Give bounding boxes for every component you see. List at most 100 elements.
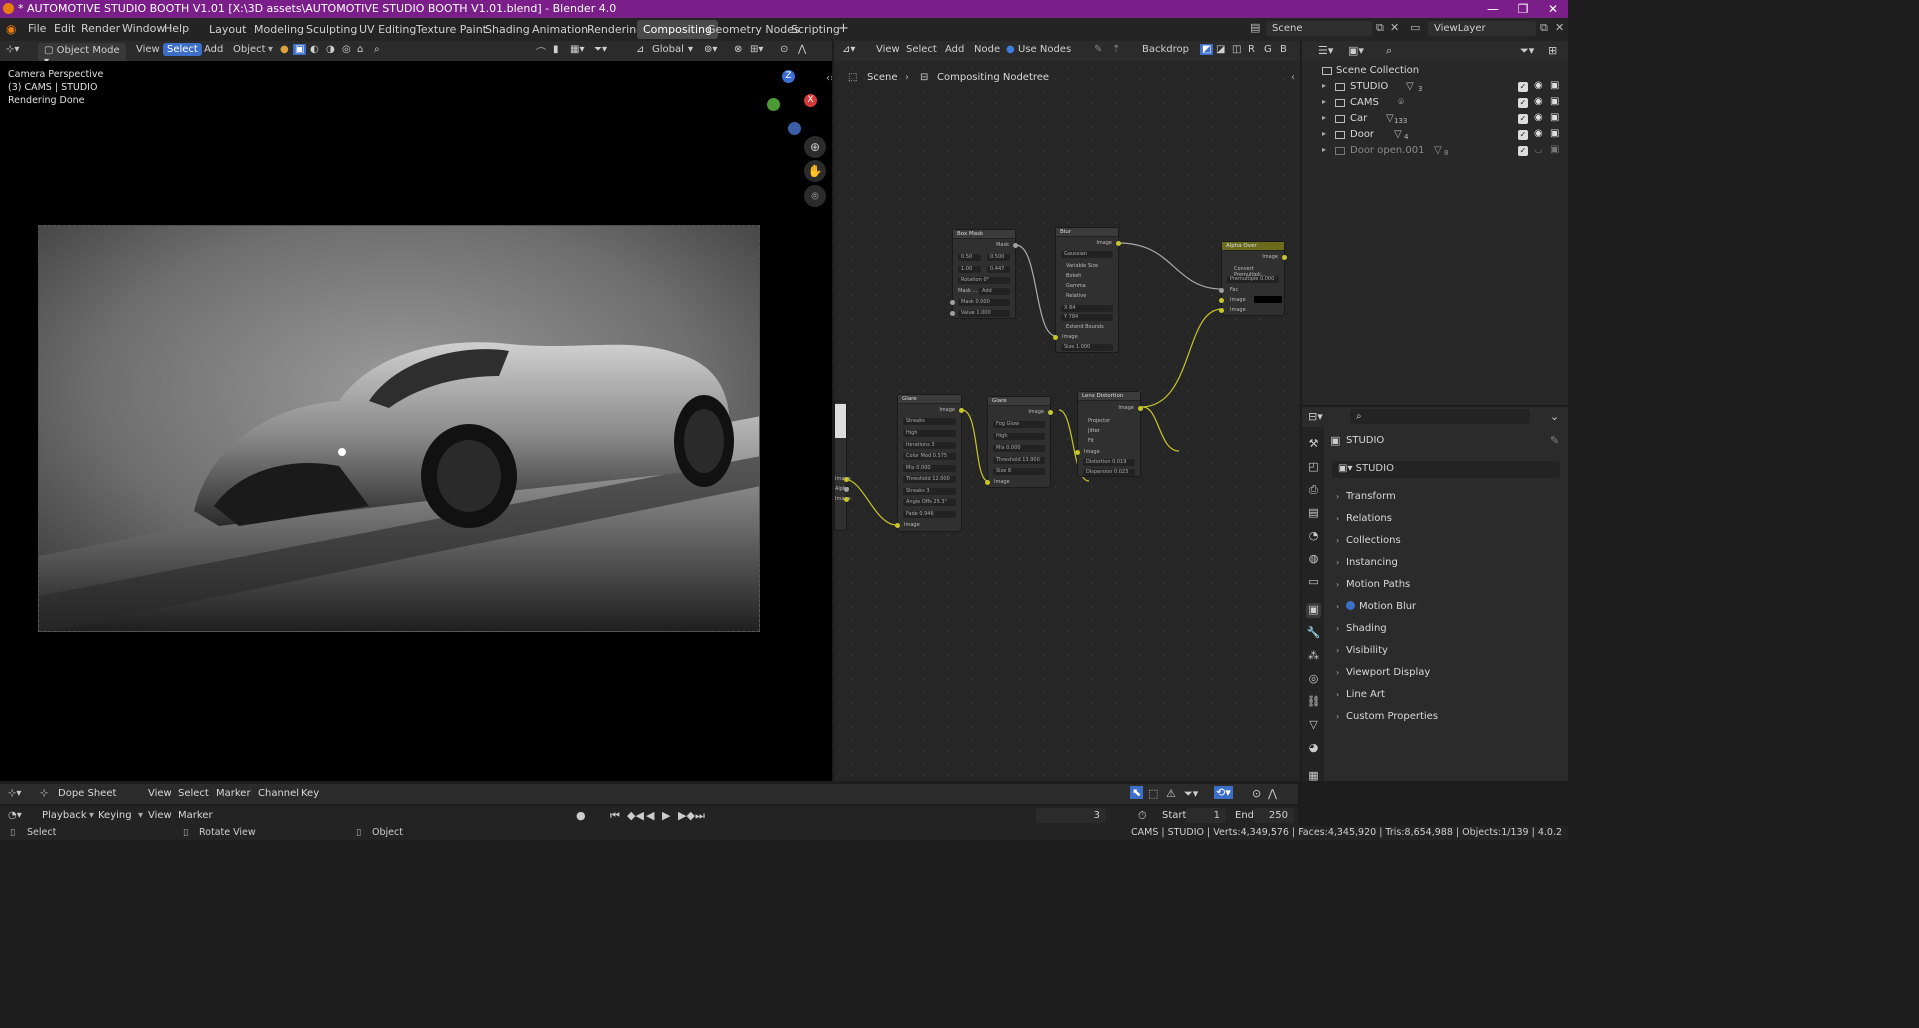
glare2-size-field[interactable]: Size 8	[993, 468, 1045, 475]
glare1-iterations-field[interactable]: Iterations 3	[903, 442, 956, 449]
mask-type-dropdown[interactable]: Add	[979, 288, 1010, 295]
box-mask-x-field[interactable]: 0.50	[958, 254, 981, 261]
lens-projector[interactable]: Projector	[1088, 418, 1110, 424]
orientation-dropdown-icon[interactable]: ▾	[688, 44, 693, 55]
pin-icon[interactable]: ✎	[1094, 44, 1102, 55]
only-errors-icon[interactable]: ⚠	[1166, 787, 1176, 800]
blur-type-dropdown[interactable]: Gaussian	[1061, 251, 1113, 258]
material-tab-icon[interactable]: ◕	[1306, 741, 1321, 756]
panel-line-art[interactable]: › Line Art	[1330, 686, 1564, 704]
layout-icon[interactable]: ▦▾	[570, 44, 584, 55]
shading-dropdown-icon[interactable]: ▾	[268, 44, 273, 55]
exclude-checkbox[interactable]: ✓	[1518, 114, 1528, 124]
pin-properties-icon[interactable]: ✎	[1550, 434, 1559, 447]
box-mask-width-field[interactable]: 1.00	[958, 266, 981, 273]
record-icon[interactable]: ●	[576, 809, 586, 822]
bookmark-icon[interactable]: ▮	[553, 44, 559, 55]
outliner-row-door-open[interactable]: ▸ Door open.001 ▽ 8 ✓ ◡ ▣	[1302, 143, 1568, 159]
scene-collection-row[interactable]: Scene Collection	[1302, 63, 1568, 79]
channel-g-toggle[interactable]: G	[1264, 44, 1272, 55]
playback-dropdown-icon[interactable]: ▾	[89, 810, 94, 821]
physics-tab-icon[interactable]: ◎	[1306, 672, 1321, 687]
visibility-eye-icon[interactable]: ◉	[1534, 96, 1543, 107]
menu-select[interactable]: Select	[163, 43, 202, 56]
panel-visibility[interactable]: › Visibility	[1330, 642, 1564, 660]
backdrop-toggle[interactable]: Backdrop	[1142, 44, 1189, 55]
panel-viewport-display[interactable]: › Viewport Display	[1330, 664, 1564, 682]
object-name-field[interactable]: ▣▾ STUDIO	[1332, 461, 1560, 478]
node-glare-streaks[interactable]: Glare Image Streaks High Iterations 3 Co…	[895, 394, 964, 532]
texture-tab-icon[interactable]: ▦	[1306, 769, 1321, 784]
glare1-in-socket[interactable]	[895, 523, 900, 528]
snap-icon[interactable]: ⌒	[536, 44, 546, 59]
node-alpha-over[interactable]: Alpha Over Image Convert Premultipli... …	[1219, 241, 1287, 316]
dope-menu-marker[interactable]: Marker	[216, 788, 251, 799]
falloff-curve-icon[interactable]: ⋀	[1268, 787, 1277, 800]
glare1-quality-dropdown[interactable]: High	[903, 430, 956, 437]
end-frame-field[interactable]: 250	[1254, 808, 1294, 823]
playback-menu[interactable]: Playback	[42, 810, 87, 821]
panel-transform[interactable]: › Transform	[1330, 488, 1564, 506]
outliner-search-icon[interactable]: ⌕	[1386, 44, 1392, 58]
pan-hand-icon[interactable]: ✋	[804, 160, 826, 182]
scene-selector[interactable]: Scene	[1266, 21, 1372, 36]
object-tab-icon[interactable]: ▣	[1306, 603, 1321, 618]
output-tab-icon[interactable]: ⎙	[1306, 483, 1321, 498]
glare2-threshold-field[interactable]: Threshold 13.900	[993, 457, 1045, 464]
mask-in-socket[interactable]	[950, 300, 955, 305]
backdrop-alpha-icon[interactable]: ◪	[1216, 44, 1225, 55]
show-hidden-icon[interactable]: ⬚	[1148, 787, 1158, 800]
expand-arrow-icon[interactable]: ▸	[1322, 81, 1326, 90]
menu-view[interactable]: View	[136, 44, 160, 55]
outliner-row-studio[interactable]: ▸ STUDIO ▽ 3 ✓ ◉ ▣	[1302, 79, 1568, 95]
panel-shading[interactable]: › Shading	[1330, 620, 1564, 638]
render-out-image2-socket[interactable]	[844, 497, 849, 502]
only-selected-icon[interactable]: ⬉	[1130, 786, 1144, 799]
dope-menu-channel[interactable]: Channel	[258, 788, 299, 799]
value-in-socket[interactable]	[950, 311, 955, 316]
panel-instancing[interactable]: › Instancing	[1330, 554, 1564, 572]
properties-editor-type-icon[interactable]: ⊟▾	[1308, 410, 1323, 423]
outliner-row-door[interactable]: ▸ Door ▽ 4 ✓ ◉ ▣	[1302, 127, 1568, 143]
play-reverse-icon[interactable]: ◀	[646, 809, 654, 822]
modifier-tab-icon[interactable]: 🔧	[1306, 626, 1321, 641]
channel-b-toggle[interactable]: B	[1280, 44, 1287, 55]
auto-snap-icon[interactable]: ⟲▾	[1214, 786, 1233, 799]
display-mode-icon[interactable]: ▣▾	[1348, 44, 1364, 57]
visibility-eye-icon[interactable]: ◉	[1534, 128, 1543, 139]
menu-add[interactable]: Add	[204, 44, 223, 55]
snapping-icon[interactable]: ⊗	[734, 44, 742, 55]
jump-start-icon[interactable]: ⏮	[610, 809, 620, 823]
glare2-in-socket[interactable]	[985, 480, 990, 485]
compositor-node-editor[interactable]: ⬚ Scene › ⊟ Compositing Nodetree ‹ Box M…	[834, 61, 1300, 781]
minimize-button[interactable]: —	[1478, 0, 1508, 18]
glare2-out-socket[interactable]	[1048, 410, 1053, 415]
menu-help[interactable]: Help	[164, 22, 189, 35]
gizmo-neg-z-axis[interactable]	[788, 122, 801, 135]
particles-tab-icon[interactable]: ⁂	[1306, 649, 1321, 664]
glare1-color-mod-field[interactable]: Color Mod 0.575	[903, 453, 956, 460]
lens-out-socket[interactable]	[1138, 406, 1143, 411]
gizmo-y-axis[interactable]	[767, 98, 780, 111]
node-editor-type-icon[interactable]: ⊿▾	[842, 44, 855, 55]
use-nodes-label[interactable]: Use Nodes	[1018, 44, 1071, 55]
blur-relative[interactable]: Relative	[1066, 293, 1086, 299]
premultiply-field[interactable]: Premultiple 0.000	[1227, 276, 1279, 283]
scene-tab-icon[interactable]: ◔	[1306, 529, 1321, 544]
alpha-over-out-socket[interactable]	[1282, 255, 1287, 260]
blender-menu-icon[interactable]: ◉	[6, 22, 16, 36]
outliner-row-car[interactable]: ▸ Car ▽ 133 ✓ ◉ ▣	[1302, 111, 1568, 127]
new-collection-icon[interactable]: ⊞	[1548, 44, 1557, 57]
transform-orientation-selector[interactable]: Global	[652, 44, 684, 55]
hidden-eye-icon[interactable]: ◡	[1534, 144, 1543, 155]
next-keyframe-icon[interactable]: ▶◆	[678, 809, 695, 822]
zoom-icon[interactable]: ⊕	[804, 136, 826, 158]
pivot-icon[interactable]: ⊚▾	[704, 44, 717, 55]
expand-arrow-icon[interactable]: ▸	[1322, 97, 1326, 106]
glare2-mix-field[interactable]: Mix 0.000	[993, 445, 1045, 452]
collapse-sidebar-icon[interactable]: ‹›	[826, 73, 832, 84]
view-layer-tab-icon[interactable]: ▤	[1306, 506, 1321, 521]
blur-variable-size[interactable]: Variable Size	[1066, 263, 1098, 269]
glare1-streaks-field[interactable]: Streaks 3	[903, 488, 956, 495]
node-lens-distortion[interactable]: Lens Distortion Image Projector Jitter F…	[1075, 391, 1143, 477]
